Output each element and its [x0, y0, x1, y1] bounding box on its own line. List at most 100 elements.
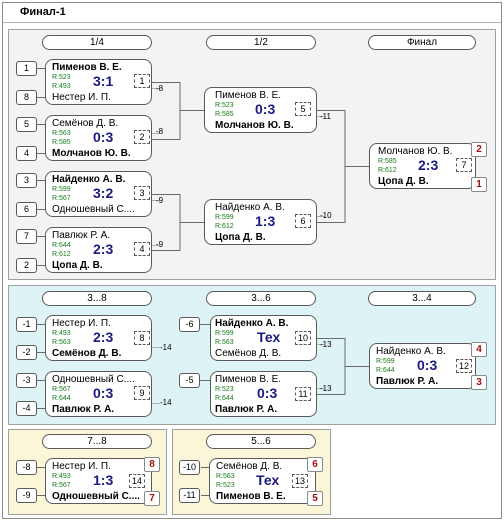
- place-badge: 5: [307, 491, 323, 506]
- place-badge: 8: [144, 457, 160, 472]
- match-number: 8: [134, 331, 150, 345]
- seed-badge: 8: [16, 90, 37, 105]
- seed-badge: -3: [16, 373, 37, 388]
- player-name: Нестер И. П.: [52, 318, 111, 329]
- match-score: 2:3: [418, 157, 439, 173]
- player-name: Пименов В. Е.: [52, 62, 122, 73]
- loser-destination: -8: [156, 84, 164, 93]
- player-name: Нестер И. П.: [52, 461, 111, 472]
- rating: R:612: [215, 223, 234, 230]
- player-name: Цопа Д. В.: [215, 232, 266, 243]
- round-header-5-6: 5...6: [206, 434, 316, 449]
- match-number: 4: [134, 242, 150, 256]
- rating: R:599: [215, 214, 234, 221]
- match-number: 10: [295, 331, 311, 345]
- match-number: 2: [134, 130, 150, 144]
- rating: R:523: [215, 102, 234, 109]
- match-score: Тех: [256, 472, 280, 488]
- match-number: 3: [134, 186, 150, 200]
- player-name: Пименов В. Е.: [215, 374, 282, 385]
- player-name: Павлюк Р. А.: [52, 230, 111, 241]
- rating: R:563: [52, 339, 71, 346]
- match-score: Тех: [257, 329, 281, 345]
- player-name: Цопа Д. В.: [378, 176, 429, 187]
- player-name: Найденко А. В.: [376, 346, 446, 357]
- loser-destination: -10: [320, 211, 332, 220]
- player-name: Найденко А. В.: [52, 174, 126, 185]
- rating: R:644: [52, 395, 71, 402]
- rating: R:493: [52, 473, 71, 480]
- match-score: 0:3: [93, 385, 114, 401]
- place-badge: 4: [471, 342, 487, 357]
- player-name: Павлюк Р. А.: [376, 376, 439, 387]
- seed-badge: -10: [179, 460, 200, 475]
- loser-destination: -9: [156, 196, 164, 205]
- player-name: Нестер И. П.: [52, 92, 111, 103]
- player-name: Одношевный С....: [52, 204, 135, 215]
- player-name: Павлюк Р. А.: [215, 404, 278, 415]
- round-header-quarterfinal: 1/4: [42, 35, 152, 50]
- loser-destination: -13: [320, 340, 332, 349]
- loser-destination: -14: [160, 398, 172, 407]
- match-score: 2:3: [93, 241, 114, 257]
- place-badge: 1: [471, 177, 487, 192]
- player-name: Семёнов Д. В.: [215, 348, 282, 359]
- rating: R:599: [52, 186, 71, 193]
- player-name: Семёнов Д. В.: [52, 348, 122, 359]
- player-name: Семёнов Д. В.: [216, 461, 283, 472]
- seed-badge: -1: [16, 317, 37, 332]
- round-header-3-6: 3...6: [206, 291, 316, 306]
- match-score: 0:3: [417, 357, 438, 373]
- place-badge: 7: [144, 491, 160, 506]
- player-name: Найденко А. В.: [215, 202, 285, 213]
- rating: R:585: [215, 111, 234, 118]
- match-score: 1:3: [255, 213, 276, 229]
- match-score: 0:3: [255, 101, 276, 117]
- rating: R:567: [52, 195, 71, 202]
- seed-badge: 7: [16, 229, 37, 244]
- seed-badge: -11: [179, 488, 200, 503]
- seed-badge: 2: [16, 258, 37, 273]
- seed-badge: 6: [16, 202, 37, 217]
- player-name: Молчанов Ю. В.: [378, 146, 453, 157]
- match-score: 3:1: [93, 73, 114, 89]
- player-name: Павлюк Р. А.: [52, 404, 115, 415]
- seed-badge: 5: [16, 117, 37, 132]
- rating: R:644: [52, 242, 71, 249]
- seed-badge: -9: [16, 488, 37, 503]
- round-header-3-4: 3...4: [368, 291, 476, 306]
- place-badge: 2: [471, 142, 487, 157]
- loser-destination: -9: [156, 240, 164, 249]
- match-score: 0:3: [93, 129, 114, 145]
- match-number: 7: [456, 158, 472, 172]
- place-badge: 3: [471, 375, 487, 390]
- match-number: 5: [295, 102, 311, 116]
- rating: R:612: [378, 167, 397, 174]
- rating: R:567: [52, 386, 71, 393]
- rating: R:563: [216, 473, 235, 480]
- rating: R:563: [52, 130, 71, 137]
- round-header-semifinal: 1/2: [206, 35, 316, 50]
- loser-destination: -11: [320, 112, 331, 121]
- seed-badge: -2: [16, 345, 37, 360]
- rating: R:493: [52, 83, 71, 90]
- match-number: 6: [295, 214, 311, 228]
- player-name: Пименов В. Е.: [216, 491, 286, 502]
- player-name: Цопа Д. В.: [52, 260, 103, 271]
- match-score: 1:3: [93, 472, 114, 488]
- match-number: 1: [134, 74, 150, 88]
- match-number: 13: [292, 474, 308, 488]
- match-number: 11: [295, 387, 311, 401]
- player-name: Одношевный С....: [52, 374, 135, 385]
- rating: R:612: [52, 251, 71, 258]
- player-name: Найденко А. В.: [215, 318, 289, 329]
- match-score: 3:2: [93, 185, 114, 201]
- rating: R:599: [376, 358, 395, 365]
- match-number: 9: [134, 386, 150, 400]
- loser-destination: -13: [320, 384, 332, 393]
- seed-badge: -4: [16, 401, 37, 416]
- player-name: Семёнов Д. В.: [52, 118, 119, 129]
- player-name: Молчанов Ю. В.: [215, 120, 294, 131]
- rating: R:567: [52, 482, 71, 489]
- seed-badge: -6: [179, 317, 200, 332]
